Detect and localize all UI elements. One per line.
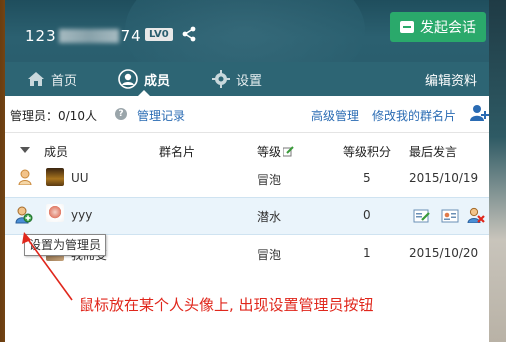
member-level: 潜水 (257, 210, 282, 224)
set-admin-tooltip: 设置为管理员 (24, 234, 107, 256)
member-points: 1 (363, 246, 371, 260)
admin-bar: 管理员：0/10人 ? 管理记录 高级管理 修改我的群名片 (5, 96, 489, 133)
chat-icon (400, 21, 414, 33)
home-icon (28, 72, 44, 86)
edit-card-icon[interactable] (413, 208, 431, 224)
nav-bar: 首页 成员 设置 编辑资料 (5, 62, 489, 97)
add-member-icon[interactable] (469, 104, 489, 122)
admin-log-link[interactable]: 管理记录 (137, 107, 185, 124)
edit-my-card-link[interactable]: 修改我的群名片 (372, 107, 456, 124)
set-admin-icon[interactable] (15, 206, 33, 224)
header-points: 等级积分 (343, 145, 392, 159)
header-group-card: 群名片 (159, 145, 196, 159)
group-number: 123 74 (25, 27, 142, 45)
member-last-speak: 2015/10/20 (409, 246, 479, 260)
group-number-prefix: 123 (25, 27, 57, 45)
avatar[interactable] (46, 204, 64, 222)
member-icon (18, 169, 32, 185)
group-number-redacted (58, 29, 119, 43)
tab-members[interactable]: 成员 (118, 62, 171, 97)
member-level: 冒泡 (257, 248, 282, 262)
member-name: yyy (71, 208, 93, 222)
advanced-manage-link[interactable]: 高级管理 (311, 107, 359, 124)
header-last-speak: 最后发言 (409, 145, 458, 159)
background-edge (488, 0, 506, 342)
help-icon[interactable]: ? (115, 108, 127, 120)
header-level-label: 等级 (257, 145, 282, 159)
sort-arrow-icon[interactable] (20, 147, 30, 153)
table-row[interactable]: yyy 潜水 0 (5, 197, 489, 235)
tab-settings-label: 设置 (236, 73, 263, 89)
user-icon (118, 69, 138, 89)
group-number-suffix: 74 (120, 27, 142, 45)
header-member: 成员 (44, 145, 69, 159)
group-header: 123 74 LV0 发起会话 (5, 0, 489, 62)
screenshot-stage: 123 74 LV0 发起会话 首页 成员 设置 编辑资料 管理员：0/10人 … (0, 0, 506, 342)
avatar[interactable] (46, 168, 64, 186)
member-points: 0 (363, 208, 371, 222)
member-level: 冒泡 (257, 173, 282, 187)
share-icon[interactable] (181, 26, 197, 42)
profile-card-icon[interactable] (441, 208, 459, 224)
edit-level-icon[interactable] (283, 146, 294, 157)
tab-members-label: 成员 (144, 73, 171, 89)
edit-profile-link[interactable]: 编辑资料 (425, 62, 477, 96)
tab-home[interactable]: 首页 (27, 62, 77, 96)
member-name: UU (71, 171, 89, 185)
start-chat-label: 发起会话 (420, 20, 476, 36)
start-chat-button[interactable]: 发起会话 (390, 12, 486, 42)
gear-icon (212, 70, 230, 88)
level-badge: LV0 (145, 28, 173, 41)
group-panel: 123 74 LV0 发起会话 首页 成员 设置 编辑资料 管理员：0/10人 … (5, 0, 489, 342)
tab-home-label: 首页 (51, 73, 78, 89)
member-points: 5 (363, 171, 371, 185)
table-header: 成员 群名片 等级 等级积分 最后发言 (5, 133, 489, 163)
member-last-speak: 2015/10/19 (409, 171, 479, 185)
annotation-text: 鼠标放在某个人头像上, 出现设置管理员按钮 (79, 296, 374, 314)
table-row[interactable]: UU 冒泡 5 2015/10/19 (5, 162, 489, 196)
remove-member-icon[interactable] (467, 207, 485, 223)
tab-settings[interactable]: 设置 (212, 62, 262, 96)
admin-count: 管理员：0/10人 (10, 109, 97, 123)
header-level: 等级 (257, 143, 294, 160)
